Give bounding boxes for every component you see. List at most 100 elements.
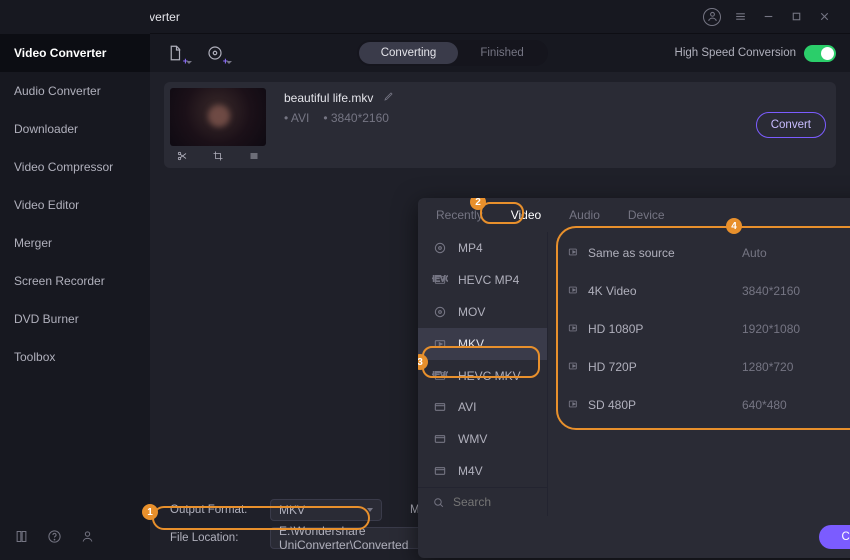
output-format-value: MKV bbox=[279, 503, 305, 517]
sidebar: Video Converter Audio Converter Download… bbox=[0, 0, 150, 560]
output-format-select[interactable]: MKV bbox=[270, 499, 382, 521]
annotation-step-4: 4 bbox=[726, 218, 742, 234]
format-item-mp4[interactable]: MP4 bbox=[418, 232, 547, 264]
format-item-mov[interactable]: MOV bbox=[418, 296, 547, 328]
sidebar-item-label: DVD Burner bbox=[14, 312, 79, 326]
sidebar-item-downloader[interactable]: Downloader bbox=[0, 110, 150, 148]
help-button[interactable] bbox=[47, 529, 62, 547]
sidebar-item-label: Merger bbox=[14, 236, 52, 250]
close-button[interactable] bbox=[810, 3, 838, 31]
thumbnail-toolbar bbox=[164, 146, 272, 168]
svg-text:HEVC: HEVC bbox=[432, 370, 448, 379]
file-resolution: 3840*2160 bbox=[323, 111, 389, 125]
maximize-button[interactable] bbox=[782, 3, 810, 31]
account-button[interactable] bbox=[698, 3, 726, 31]
format-item-m4v[interactable]: M4V bbox=[418, 455, 547, 487]
resolution-item-1080p[interactable]: HD 1080P1920*1080 bbox=[548, 310, 850, 348]
sidebar-item-toolbox[interactable]: Toolbox bbox=[0, 338, 150, 376]
format-item-avi[interactable]: AVI bbox=[418, 392, 547, 424]
sidebar-item-video-editor[interactable]: Video Editor bbox=[0, 186, 150, 224]
sidebar-footer bbox=[0, 516, 150, 560]
add-file-button[interactable]: + bbox=[160, 38, 190, 68]
sidebar-item-label: Toolbox bbox=[14, 350, 55, 364]
convert-button[interactable]: Convert bbox=[756, 112, 826, 138]
format-item-mkv[interactable]: MKV bbox=[418, 328, 547, 360]
resolution-item-480p[interactable]: SD 480P640*480 bbox=[548, 386, 850, 424]
sidebar-item-label: Video Editor bbox=[14, 198, 79, 212]
rename-button[interactable] bbox=[383, 90, 395, 105]
frame-icon bbox=[432, 431, 448, 447]
pencil-icon bbox=[383, 90, 395, 102]
add-disc-button[interactable]: + bbox=[200, 38, 230, 68]
video-icon bbox=[566, 359, 582, 373]
sidebar-item-label: Video Converter bbox=[14, 46, 106, 60]
book-icon bbox=[14, 529, 29, 544]
circle-icon bbox=[432, 304, 448, 320]
menu-icon bbox=[248, 150, 260, 162]
format-list: MP4 HEVCHEVC MP4 MOV MKV HEVCHEVC MKV AV… bbox=[418, 232, 548, 516]
resolution-item-720p[interactable]: HD 720P1280*720 bbox=[548, 348, 850, 386]
maximize-icon bbox=[790, 10, 803, 23]
hevc-icon: HEVC bbox=[432, 368, 448, 384]
disc-icon bbox=[206, 44, 224, 62]
sidebar-item-video-converter[interactable]: Video Converter bbox=[0, 34, 150, 72]
help-icon bbox=[47, 529, 62, 544]
video-icon bbox=[566, 245, 582, 259]
chevron-down-icon bbox=[186, 61, 192, 64]
minimize-icon bbox=[762, 10, 775, 23]
sidebar-item-label: Screen Recorder bbox=[14, 274, 105, 288]
circle-icon bbox=[432, 240, 448, 256]
sidebar-item-merger[interactable]: Merger bbox=[0, 224, 150, 262]
trim-button[interactable] bbox=[176, 150, 188, 165]
high-speed-label: High Speed Conversion bbox=[675, 47, 796, 59]
minimize-button[interactable] bbox=[754, 3, 782, 31]
app-window: Wondershare UniConverter + + bbox=[0, 0, 850, 560]
more-button[interactable] bbox=[248, 150, 260, 165]
tab-finished[interactable]: Finished bbox=[458, 42, 545, 64]
tab-converting[interactable]: Converting bbox=[359, 42, 459, 64]
video-thumbnail[interactable] bbox=[170, 88, 266, 146]
file-name: beautiful life.mkv bbox=[284, 91, 373, 105]
file-location-label: File Location: bbox=[170, 532, 260, 544]
search-icon bbox=[432, 496, 445, 509]
format-popover: Recently Video Audio Device MP4 HEVCHEVC… bbox=[418, 198, 850, 558]
video-icon bbox=[566, 321, 582, 335]
file-format: AVI bbox=[284, 111, 309, 125]
sidebar-item-label: Video Compressor bbox=[14, 160, 113, 174]
hamburger-button[interactable] bbox=[726, 3, 754, 31]
frame-icon bbox=[432, 399, 448, 415]
format-item-hevc-mkv[interactable]: HEVCHEVC MKV bbox=[418, 360, 547, 392]
format-item-hevc-mp4[interactable]: HEVCHEVC MP4 bbox=[418, 264, 547, 296]
sidebar-item-label: Downloader bbox=[14, 122, 78, 136]
file-card: beautiful life.mkv AVI 3840*2160 Convert bbox=[164, 82, 836, 168]
high-speed-toggle[interactable] bbox=[804, 45, 836, 62]
close-icon bbox=[818, 10, 831, 23]
tab-device[interactable]: Device bbox=[624, 206, 669, 224]
account-icon bbox=[703, 8, 721, 26]
tab-video[interactable]: Video bbox=[507, 206, 545, 224]
sidebar-item-screen-recorder[interactable]: Screen Recorder bbox=[0, 262, 150, 300]
resolution-item-4k[interactable]: 4K Video3840*2160 bbox=[548, 272, 850, 310]
file-icon bbox=[166, 44, 184, 62]
crop-icon bbox=[212, 150, 224, 162]
crop-button[interactable] bbox=[212, 150, 224, 165]
format-search-input[interactable] bbox=[453, 495, 533, 509]
output-format-label: Output Format: bbox=[170, 504, 260, 516]
hamburger-icon bbox=[734, 10, 747, 23]
format-item-wmv[interactable]: WMV bbox=[418, 423, 547, 455]
resolution-item-same[interactable]: Same as sourceAuto bbox=[548, 234, 850, 272]
tab-audio[interactable]: Audio bbox=[565, 206, 604, 224]
chevron-down-icon bbox=[367, 508, 373, 512]
sidebar-item-label: Audio Converter bbox=[14, 84, 101, 98]
scissors-icon bbox=[176, 150, 188, 162]
main-area: beautiful life.mkv AVI 3840*2160 Convert… bbox=[150, 72, 850, 560]
chevron-down-icon bbox=[226, 61, 232, 64]
create-button[interactable]: Create bbox=[819, 525, 850, 549]
guide-button[interactable] bbox=[14, 529, 29, 547]
status-tab-group: Converting Finished bbox=[357, 40, 548, 66]
sidebar-item-dvd-burner[interactable]: DVD Burner bbox=[0, 300, 150, 338]
resolution-list: Same as sourceAuto 4K Video3840*2160 HD … bbox=[548, 232, 850, 516]
sidebar-item-audio-converter[interactable]: Audio Converter bbox=[0, 72, 150, 110]
sidebar-item-video-compressor[interactable]: Video Compressor bbox=[0, 148, 150, 186]
account-footer-button[interactable] bbox=[80, 529, 95, 547]
